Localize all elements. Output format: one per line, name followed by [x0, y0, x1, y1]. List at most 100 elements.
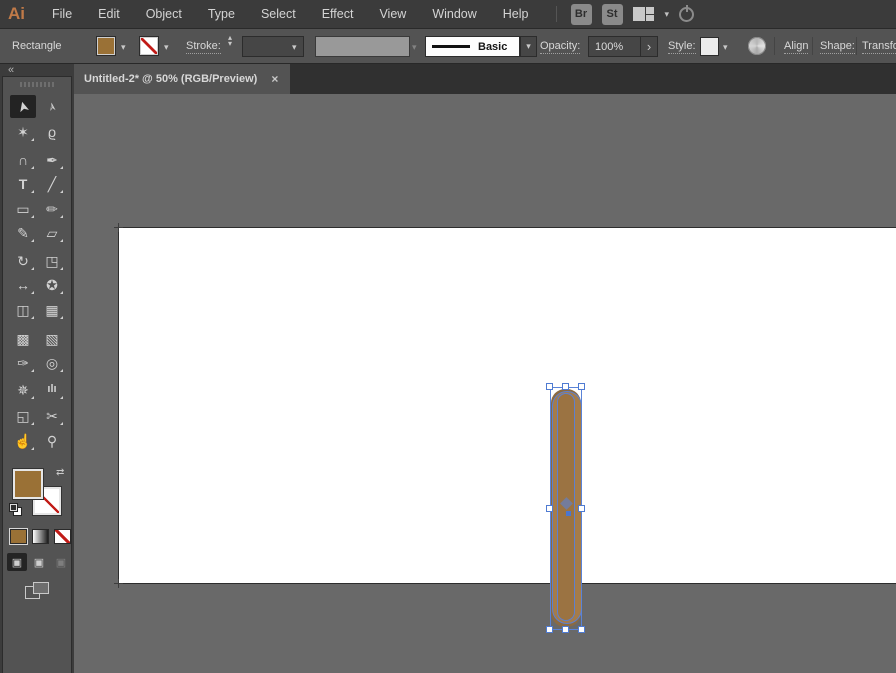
- style-panel-link[interactable]: Style:: [668, 40, 696, 54]
- stroke-panel-link[interactable]: Stroke:: [186, 40, 221, 54]
- menu-window[interactable]: Window: [419, 0, 489, 29]
- blend-tool[interactable]: ◎: [39, 351, 65, 374]
- stroke-weight-chevron-icon[interactable]: ▾: [292, 42, 297, 53]
- column-graph-tool[interactable]: ılı: [39, 378, 65, 401]
- menu-view[interactable]: View: [366, 0, 419, 29]
- shape-builder-tool[interactable]: ◫: [10, 298, 36, 321]
- transform-panel-link[interactable]: Transform: [862, 40, 896, 54]
- menu-file[interactable]: File: [39, 0, 85, 29]
- menu-edit[interactable]: Edit: [85, 0, 133, 29]
- stroke-color-swatch[interactable]: [139, 36, 159, 56]
- fill-chevron-icon[interactable]: ▾: [121, 42, 126, 53]
- draw-normal-icon[interactable]: ▣: [7, 553, 27, 571]
- brush-chevron-icon[interactable]: ▾: [520, 36, 537, 57]
- sync-status-icon[interactable]: [679, 7, 694, 22]
- tab-close-icon[interactable]: ×: [271, 72, 278, 86]
- rectangle-tool[interactable]: ▭: [10, 197, 36, 220]
- width-tool[interactable]: ↔: [10, 273, 36, 296]
- context-label: Rectangle: [12, 40, 62, 52]
- mesh-tool[interactable]: ▩: [10, 327, 36, 350]
- line-segment-tool[interactable]: ╱: [39, 172, 65, 195]
- direct-selection-tool[interactable]: ➢: [39, 95, 65, 118]
- paintbrush-tool[interactable]: ✏: [39, 197, 65, 220]
- handle-top-right[interactable]: [578, 383, 585, 390]
- brush-definition-dropdown[interactable]: Basic: [425, 36, 520, 57]
- width-profile-chevron-icon: ▾: [412, 42, 417, 53]
- opacity-field[interactable]: 100% ›: [588, 36, 658, 57]
- pen-tool[interactable]: ✒: [39, 148, 65, 171]
- center-point-indicator[interactable]: [566, 511, 571, 516]
- opacity-panel-link[interactable]: Opacity:: [540, 40, 580, 54]
- symbol-sprayer-tool[interactable]: ✵: [10, 378, 36, 401]
- menu-help[interactable]: Help: [490, 0, 542, 29]
- recolor-artwork-icon[interactable]: [748, 37, 766, 55]
- style-chevron-icon[interactable]: ▾: [723, 42, 728, 53]
- align-panel-link[interactable]: Align: [784, 40, 808, 54]
- control-separator: [774, 37, 775, 55]
- menu-bar-right: Br St ▾: [556, 4, 695, 25]
- opacity-value[interactable]: 100%: [595, 41, 640, 53]
- document-tab[interactable]: Untitled-2* @ 50% (RGB/Preview) ×: [72, 64, 290, 94]
- brush-stroke-preview: [432, 45, 470, 48]
- workspace-chevron-icon[interactable]: ▾: [665, 9, 670, 20]
- zoom-tool-icon: ⚲: [47, 434, 57, 448]
- perspective-grid-tool[interactable]: ▦: [39, 298, 65, 321]
- rotate-tool[interactable]: ↻: [10, 249, 36, 272]
- hand-tool-icon: ☝: [14, 434, 31, 448]
- handle-bottom-left[interactable]: [546, 626, 553, 633]
- graphic-style-swatch[interactable]: [700, 37, 719, 56]
- handle-mid-right[interactable]: [578, 505, 585, 512]
- shape-panel-link[interactable]: Shape:: [820, 40, 855, 54]
- gradient-tool[interactable]: ▧: [39, 327, 65, 350]
- eraser-tool[interactable]: ▱: [39, 221, 65, 244]
- menu-effect[interactable]: Effect: [309, 0, 367, 29]
- draw-inside-icon[interactable]: ▣: [51, 553, 71, 571]
- color-button[interactable]: [10, 529, 27, 544]
- stock-button[interactable]: St: [602, 4, 623, 25]
- selection-tool[interactable]: ➤: [10, 95, 36, 118]
- menu-select[interactable]: Select: [248, 0, 309, 29]
- artboard-tool[interactable]: ◱: [10, 404, 36, 427]
- workspace-switcher-icon[interactable]: [633, 7, 655, 22]
- bridge-button[interactable]: Br: [571, 4, 592, 25]
- artboard[interactable]: [118, 227, 896, 584]
- eyedropper-tool[interactable]: ✑: [10, 351, 36, 374]
- slice-tool[interactable]: ✂: [39, 404, 65, 427]
- draw-behind-icon[interactable]: ▣: [29, 553, 49, 571]
- change-screen-mode-icon[interactable]: [25, 582, 51, 602]
- opacity-arrow-icon[interactable]: ›: [640, 37, 657, 56]
- shaper-tool[interactable]: ✎: [10, 221, 36, 244]
- handle-top-left[interactable]: [546, 383, 553, 390]
- scale-tool[interactable]: ◳: [39, 249, 65, 272]
- artboard-tool-icon: ◱: [16, 409, 29, 423]
- hand-tool[interactable]: ☝: [10, 429, 36, 452]
- magic-wand-tool[interactable]: ✶: [10, 120, 36, 143]
- stroke-chevron-icon[interactable]: ▾: [164, 42, 169, 53]
- panel-grip[interactable]: [20, 82, 56, 87]
- default-fill-stroke-icon[interactable]: [9, 503, 22, 516]
- lasso-tool[interactable]: ϱ: [39, 120, 65, 143]
- gradient-button[interactable]: [32, 529, 49, 544]
- handle-mid-left[interactable]: [546, 505, 553, 512]
- handle-bottom-right[interactable]: [578, 626, 585, 633]
- puppet-warp-tool[interactable]: ✪: [39, 273, 65, 296]
- slice-tool-icon: ✂: [46, 409, 58, 423]
- none-button[interactable]: [54, 529, 71, 544]
- fill-proxy-swatch[interactable]: [13, 469, 43, 499]
- fill-color-swatch[interactable]: [96, 36, 116, 56]
- canvas-pasteboard[interactable]: [74, 94, 896, 673]
- curvature-tool[interactable]: ∩: [10, 148, 36, 171]
- type-tool[interactable]: T: [10, 172, 36, 195]
- fill-stroke-indicator: ⇄: [3, 467, 73, 527]
- swap-fill-stroke-icon[interactable]: ⇄: [56, 467, 64, 478]
- menu-type[interactable]: Type: [195, 0, 248, 29]
- handle-top-center[interactable]: [562, 383, 569, 390]
- zoom-tool[interactable]: ⚲: [39, 429, 65, 452]
- stroke-weight-stepper[interactable]: ▴ ▾: [228, 35, 232, 47]
- collapse-panel-icon[interactable]: «: [8, 64, 14, 76]
- rectangle-tool-icon: ▭: [16, 202, 29, 216]
- control-bar: Rectangle ▾ ▾ Stroke: ▴ ▾ ▾ ▾ Basic ▾ Op…: [0, 29, 896, 64]
- document-tab-bar: Untitled-2* @ 50% (RGB/Preview) ×: [70, 64, 896, 94]
- menu-object[interactable]: Object: [133, 0, 195, 29]
- handle-bottom-center[interactable]: [562, 626, 569, 633]
